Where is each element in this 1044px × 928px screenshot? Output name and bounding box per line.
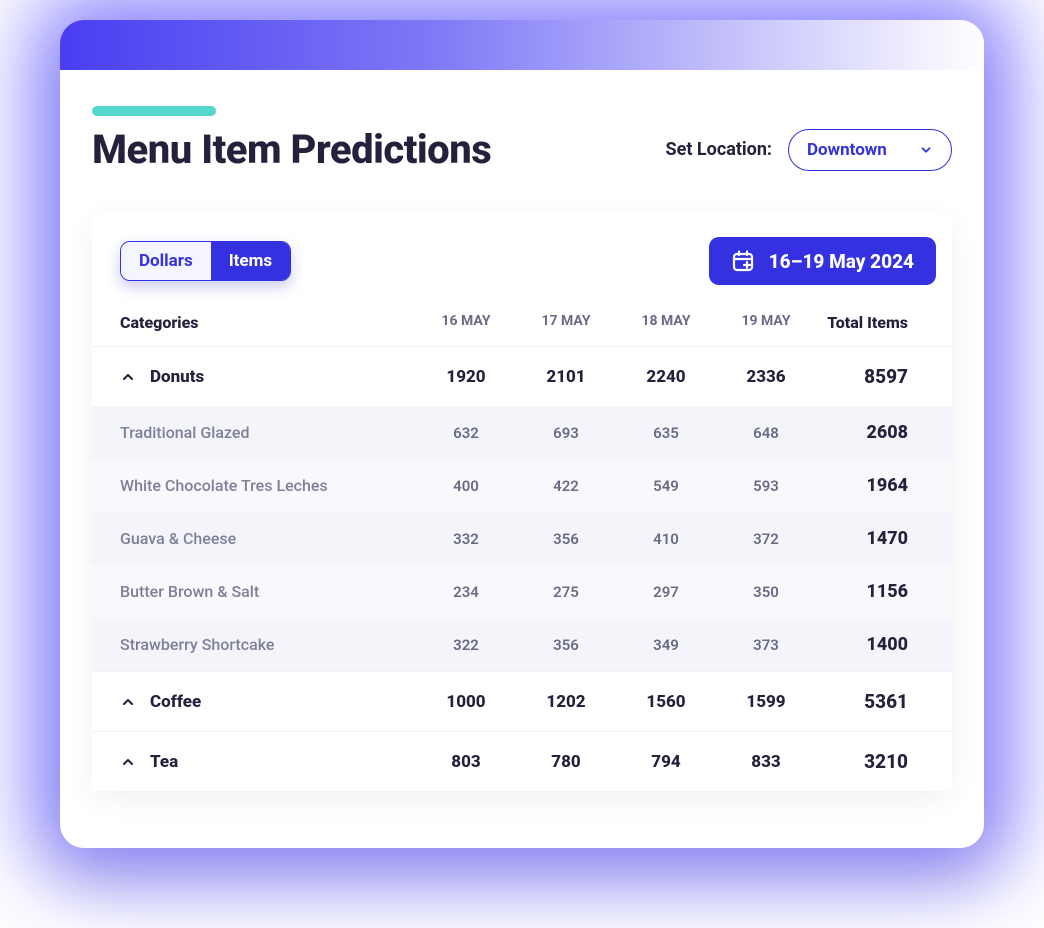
item-day-1: 275 [516,583,616,601]
group-day-2: 794 [616,752,716,772]
item-day-3: 648 [716,424,816,442]
col-header-day-0: 16 MAY [416,313,516,332]
group-day-3: 2336 [716,367,816,387]
date-range-label: 16–19 May 2024 [769,250,914,273]
table-row: Traditional Glazed6326936356482608 [92,406,952,459]
item-name: Strawberry Shortcake [120,635,416,654]
chevron-up-icon[interactable] [120,694,136,710]
item-day-2: 635 [616,424,716,442]
group-name: Donuts [150,367,204,387]
group-day-2: 1560 [616,692,716,712]
table-header: Categories 16 MAY 17 MAY 18 MAY 19 MAY T… [92,313,952,346]
item-day-1: 422 [516,477,616,495]
group-day-1: 2101 [516,367,616,387]
segment-dollars[interactable]: Dollars [121,242,211,280]
item-total: 1400 [816,634,924,655]
page-title: Menu Item Predictions [92,126,491,173]
location-label: Set Location: [666,139,772,160]
col-header-categories: Categories [120,313,416,332]
location-value: Downtown [807,140,887,160]
group-total: 3210 [816,750,924,773]
unit-segment: Dollars Items [120,241,291,281]
group-row[interactable]: Donuts 19202101224023368597 [92,346,952,406]
chevron-down-icon [919,143,933,157]
item-total: 1470 [816,528,924,549]
chevron-up-icon[interactable] [120,754,136,770]
gradient-bar [60,20,984,70]
item-day-2: 297 [616,583,716,601]
group-total: 8597 [816,365,924,388]
item-day-3: 350 [716,583,816,601]
item-name: Butter Brown & Salt [120,582,416,601]
group-day-1: 780 [516,752,616,772]
sub-rows: Traditional Glazed6326936356482608White … [92,406,952,671]
table-row: Guava & Cheese3323564103721470 [92,512,952,565]
col-header-day-2: 18 MAY [616,313,716,332]
group-row[interactable]: Tea 8037807948333210 [92,731,952,791]
group-day-1: 1202 [516,692,616,712]
group-name: Coffee [150,692,201,712]
item-day-1: 356 [516,530,616,548]
group-day-0: 1920 [416,367,516,387]
date-range-button[interactable]: 16–19 May 2024 [709,237,936,285]
group-day-3: 1599 [716,692,816,712]
item-day-2: 549 [616,477,716,495]
col-header-total: Total Items [816,313,924,332]
item-day-0: 332 [416,530,516,548]
table-row: Strawberry Shortcake3223563493731400 [92,618,952,671]
item-total: 1964 [816,475,924,496]
group-day-0: 1000 [416,692,516,712]
item-name: White Chocolate Tres Leches [120,476,416,495]
location-control: Set Location: Downtown [666,129,952,171]
item-day-3: 593 [716,477,816,495]
col-header-day-1: 17 MAY [516,313,616,332]
group-total: 5361 [816,690,924,713]
item-day-2: 349 [616,636,716,654]
item-day-0: 322 [416,636,516,654]
group-name: Tea [150,752,178,772]
item-day-2: 410 [616,530,716,548]
col-header-day-3: 19 MAY [716,313,816,332]
table-body: Donuts 19202101224023368597 Traditional Gl… [92,346,952,791]
item-day-0: 632 [416,424,516,442]
item-name: Traditional Glazed [120,423,416,442]
location-select[interactable]: Downtown [788,129,952,171]
item-day-3: 373 [716,636,816,654]
chevron-up-icon[interactable] [120,369,136,385]
item-name: Guava & Cheese [120,529,416,548]
item-day-1: 693 [516,424,616,442]
predictions-table-card: Dollars Items 16–19 May 2024 C [92,213,952,791]
dashboard-card: Menu Item Predictions Set Location: Down… [60,20,984,848]
item-total: 1156 [816,581,924,602]
group-day-3: 833 [716,752,816,772]
item-day-3: 372 [716,530,816,548]
group-day-2: 2240 [616,367,716,387]
group-row[interactable]: Coffee 10001202156015995361 [92,671,952,731]
group-day-0: 803 [416,752,516,772]
item-day-1: 356 [516,636,616,654]
calendar-plus-icon [731,249,755,273]
item-day-0: 234 [416,583,516,601]
segment-items[interactable]: Items [211,242,290,280]
table-row: White Chocolate Tres Leches4004225495931… [92,459,952,512]
table-row: Butter Brown & Salt2342752973501156 [92,565,952,618]
accent-bar [92,106,216,116]
item-total: 2608 [816,422,924,443]
item-day-0: 400 [416,477,516,495]
